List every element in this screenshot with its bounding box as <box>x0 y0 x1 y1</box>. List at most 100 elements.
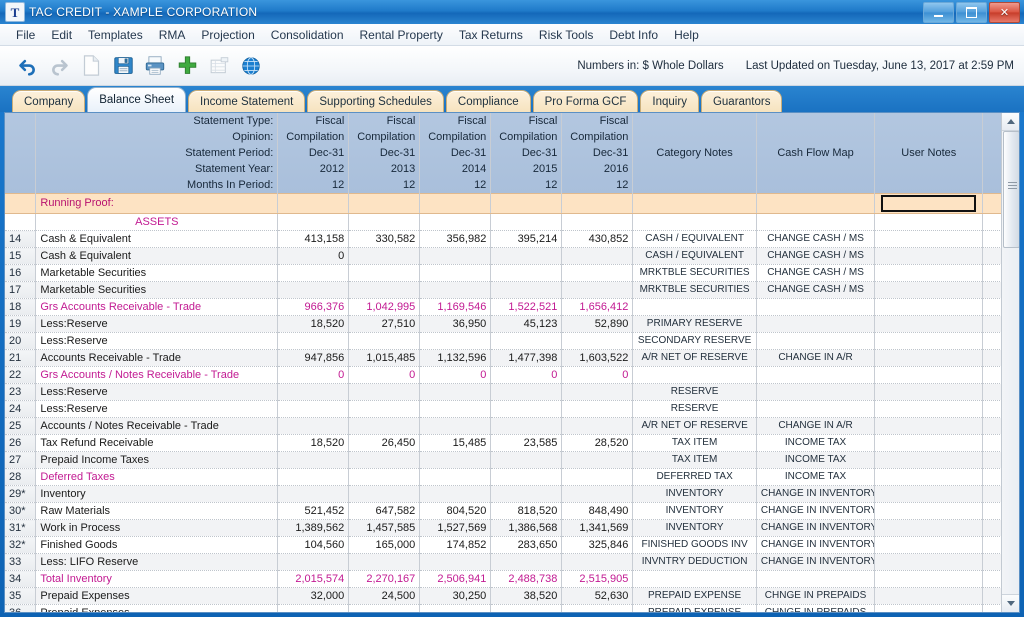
cell-value-2016[interactable] <box>561 400 634 418</box>
cell-value-2014[interactable]: 1,132,596 <box>419 349 492 367</box>
cell-value-2015[interactable]: 0 <box>490 366 563 384</box>
user-notes-cell[interactable] <box>874 193 984 214</box>
cell-category-note[interactable]: RESERVE <box>632 400 757 418</box>
cell-value-2014[interactable] <box>419 281 492 299</box>
cell-value-2016[interactable] <box>561 468 634 486</box>
maximize-button[interactable] <box>956 2 987 23</box>
cell-value-2014[interactable] <box>419 247 492 265</box>
cell-value-2016[interactable] <box>561 264 634 282</box>
cell-value-2016[interactable]: 325,846 <box>561 536 634 554</box>
cell-cash-flow-map[interactable] <box>756 315 876 333</box>
cell-value-2012[interactable] <box>277 417 350 435</box>
cell-value-2015[interactable] <box>490 451 563 469</box>
header-category-notes[interactable]: Category Notes <box>632 113 757 194</box>
cell-value-2012[interactable]: 0 <box>277 366 350 384</box>
cell-user-notes[interactable] <box>874 536 984 554</box>
cell-category-note[interactable] <box>632 570 757 588</box>
cell-value-2014[interactable]: 0 <box>419 366 492 384</box>
cell-user-notes[interactable] <box>874 502 984 520</box>
row-description[interactable]: Tax Refund Receivable <box>35 434 279 452</box>
cell-value-2012[interactable]: 32,000 <box>277 587 350 605</box>
cell-category-note[interactable]: SECONDARY RESERVE <box>632 332 757 350</box>
cell-user-notes[interactable] <box>874 264 984 282</box>
cell-value-2013[interactable]: 165,000 <box>348 536 421 554</box>
cell-value-2012[interactable] <box>277 264 350 282</box>
table-row[interactable]: 36Prepaid Expenses PREPAID EXPENSECHNGE I… <box>5 604 1001 612</box>
cell-value-2013[interactable]: 330,582 <box>348 230 421 248</box>
cell-value-2014[interactable]: 804,520 <box>419 502 492 520</box>
cell-cash-flow-map[interactable] <box>756 332 876 350</box>
cell-value-2015[interactable] <box>490 400 563 418</box>
table-row[interactable]: 34 Total Inventory 2,015,574 2,270,167 2,506… <box>5 570 1001 588</box>
table-row[interactable]: 29* Inventory INVENTORY CHANGE IN INVENTORY <box>5 485 1001 503</box>
cell-value-2014[interactable]: 30,250 <box>419 587 492 605</box>
cell-cash-flow-map[interactable]: CHANGE IN INVENTORY <box>756 502 876 520</box>
header-year-column-2013[interactable]: Fiscal Compilation Dec-31 2013 12 <box>348 113 421 194</box>
cell-value-2013[interactable]: 2,270,167 <box>348 570 421 588</box>
cell-value-2013[interactable] <box>348 417 421 435</box>
cell-value-2013[interactable] <box>348 332 421 350</box>
cell-value-2015[interactable]: 395,214 <box>490 230 563 248</box>
cell-cash-flow-map[interactable]: CHANGE IN INVENTORY <box>756 485 876 503</box>
scrollbar-thumb[interactable] <box>1003 131 1019 248</box>
row-description[interactable]: Prepaid Income Taxes <box>35 451 279 469</box>
cell-category-note[interactable]: MRKTBLE SECURITIES <box>632 264 757 282</box>
undo-button[interactable] <box>12 51 42 81</box>
row-description[interactable]: Less:Reserve <box>35 315 279 333</box>
cell-value-2015[interactable] <box>490 247 563 265</box>
cell-category-note[interactable]: DEFERRED TAX <box>632 468 757 486</box>
cell-cash-flow-map[interactable]: CHANGE CASH / MS <box>756 247 876 265</box>
vertical-scrollbar[interactable] <box>1001 113 1019 612</box>
row-description[interactable]: Marketable Securities <box>35 281 279 299</box>
cell-value-2014[interactable] <box>419 451 492 469</box>
cell-user-notes[interactable] <box>874 400 984 418</box>
cell-value-2013[interactable]: 0 <box>348 366 421 384</box>
cell-value-2014[interactable] <box>419 604 492 612</box>
cell-value-2015[interactable]: 1,522,521 <box>490 298 563 316</box>
cell-value-2014[interactable]: 2,506,941 <box>419 570 492 588</box>
tab-income-statement[interactable]: Income Statement <box>188 90 306 112</box>
save-button[interactable] <box>108 51 138 81</box>
cell-user-notes[interactable] <box>874 417 984 435</box>
cell-value-2016[interactable]: 28,520 <box>561 434 634 452</box>
cell-value-2014[interactable] <box>419 468 492 486</box>
cell-value-2013[interactable] <box>348 400 421 418</box>
cell-value-2015[interactable] <box>490 604 563 612</box>
cell-user-notes[interactable] <box>874 247 984 265</box>
row-description[interactable]: Prepaid Expenses <box>35 587 279 605</box>
tab-balance-sheet[interactable]: Balance Sheet <box>87 87 187 112</box>
cell-value-2014[interactable] <box>419 485 492 503</box>
header-year-column-2016[interactable]: Fiscal Compilation Dec-31 2016 12 <box>561 113 634 194</box>
cell-category-note[interactable]: A/R NET OF RESERVE <box>632 417 757 435</box>
cell-category-note[interactable] <box>632 366 757 384</box>
menu-item-projection[interactable]: Projection <box>193 26 262 44</box>
cell-user-notes[interactable] <box>874 315 984 333</box>
cell-value-2013[interactable] <box>348 247 421 265</box>
cell-user-notes[interactable] <box>874 519 984 537</box>
tab-compliance[interactable]: Compliance <box>445 90 531 112</box>
table-row[interactable]: 20 Less:Reserve SECONDARY RESERVE <box>5 332 1001 350</box>
cell-value-2016[interactable]: 848,490 <box>561 502 634 520</box>
row-description[interactable]: Total Inventory <box>35 570 279 588</box>
cell-value-2013[interactable]: 27,510 <box>348 315 421 333</box>
cell-category-note[interactable]: MRKTBLE SECURITIES <box>632 281 757 299</box>
cell-category-note[interactable]: INVENTORY <box>632 485 757 503</box>
cell-value-2013[interactable]: 1,042,995 <box>348 298 421 316</box>
cell-value-2016[interactable] <box>561 553 634 571</box>
cell-value-2016[interactable] <box>561 383 634 401</box>
cell-value-2015[interactable]: 2,488,738 <box>490 570 563 588</box>
row-description[interactable]: Grs Accounts Receivable - Trade <box>35 298 279 316</box>
cell-category-note[interactable]: TAX ITEM <box>632 434 757 452</box>
tab-supporting-schedules[interactable]: Supporting Schedules <box>307 90 444 112</box>
menu-item-edit[interactable]: Edit <box>43 26 80 44</box>
cell-value-2012[interactable]: 413,158 <box>277 230 350 248</box>
cell-user-notes[interactable] <box>874 570 984 588</box>
cell-value-2012[interactable]: 104,560 <box>277 536 350 554</box>
cell-cash-flow-map[interactable]: CHANGE IN A/R <box>756 349 876 367</box>
cell-value-2013[interactable] <box>348 281 421 299</box>
table-row[interactable]: 19 Less:Reserve 18,520 27,510 36,950 45,123 52… <box>5 315 1001 333</box>
table-row[interactable]: 31* Work in Process 1,389,562 1,457,585 1,52… <box>5 519 1001 537</box>
cell-value-2012[interactable]: 1,389,562 <box>277 519 350 537</box>
add-button[interactable] <box>172 51 202 81</box>
row-description[interactable]: Less:Reserve <box>35 383 279 401</box>
